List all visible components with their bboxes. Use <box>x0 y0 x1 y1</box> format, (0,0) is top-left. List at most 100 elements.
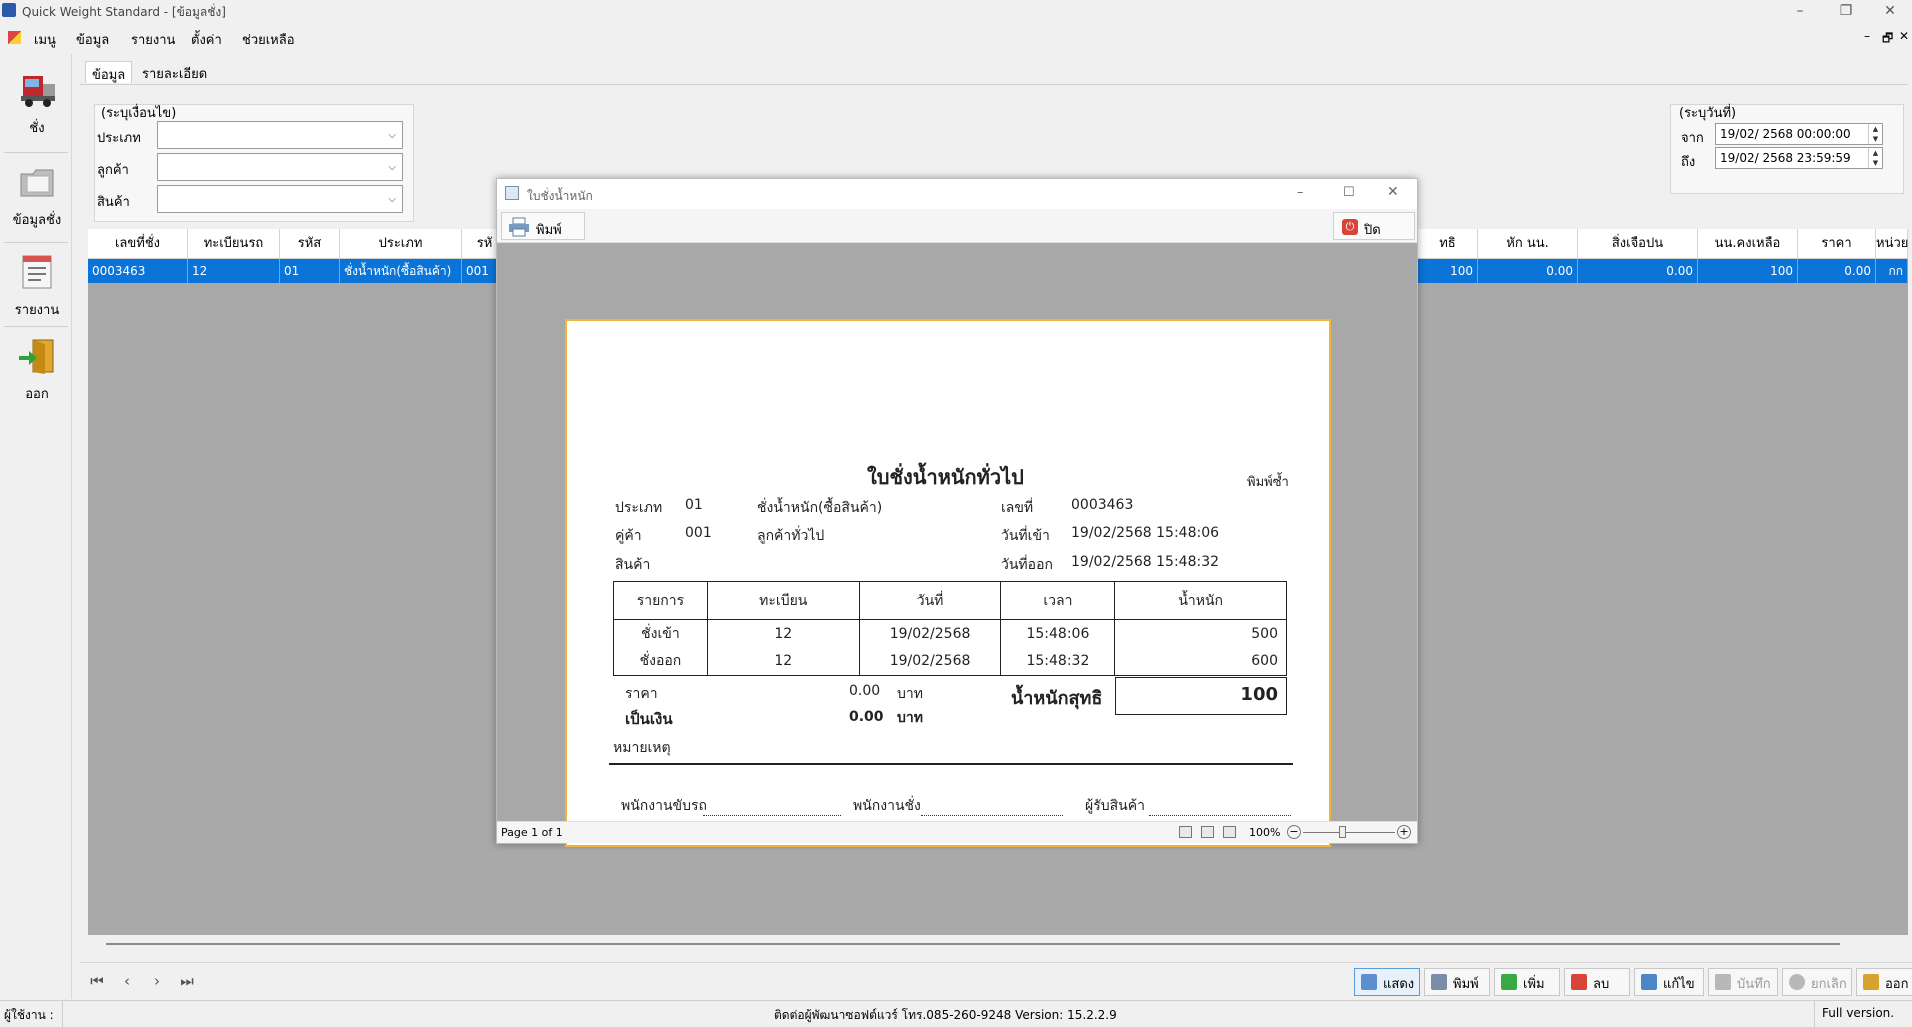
cell-weigh-no: 0003463 <box>88 259 188 283</box>
customer-combo[interactable]: ⌵ <box>157 153 403 181</box>
add-icon <box>1501 974 1517 990</box>
menu-settings[interactable]: ตั้งค่า <box>191 29 222 50</box>
column-header[interactable]: เลขที่ชั่ง <box>88 229 188 259</box>
close-window-button[interactable]: ✕ <box>1868 0 1912 22</box>
column-header[interactable]: นน.คงเหลือ <box>1698 229 1798 259</box>
menu-bar: เมนู ข้อมูล รายงาน ตั้งค่า ช่วยเหลือ – 🗗… <box>0 25 1912 51</box>
cell-date: 19/02/2568 <box>858 647 1002 676</box>
cell-weight: 600 <box>1114 647 1287 676</box>
edit-button[interactable]: แก้ไข <box>1634 968 1704 996</box>
status-divider <box>62 1001 63 1027</box>
note-rule <box>609 763 1293 765</box>
column-header[interactable]: รหัส <box>280 229 340 259</box>
restore-button[interactable]: ❐ <box>1824 0 1868 22</box>
menu-main[interactable]: เมนู <box>34 29 56 50</box>
column-header[interactable]: หัก นน. <box>1478 229 1578 259</box>
preview-print-button[interactable]: พิมพ์ <box>501 212 585 240</box>
menu-report[interactable]: รายงาน <box>131 29 175 50</box>
delete-icon <box>1571 974 1587 990</box>
menu-data[interactable]: ข้อมูล <box>76 29 109 50</box>
cancel-button[interactable]: ยกเลิก <box>1782 968 1852 996</box>
exit-door-icon <box>19 339 54 374</box>
column-header[interactable]: หน่วย <box>1876 229 1908 259</box>
delete-button[interactable]: ลบ <box>1564 968 1630 996</box>
product-combo[interactable]: ⌵ <box>157 185 403 213</box>
zoom-slider-thumb[interactable] <box>1339 826 1346 838</box>
column-header[interactable]: ประเภท <box>340 229 462 259</box>
cell-item: ชั่งออก <box>613 647 708 676</box>
zoom-slider-track[interactable] <box>1303 832 1395 833</box>
dialog-close-button[interactable]: ✕ <box>1387 184 1399 200</box>
tab-detail[interactable]: รายละเอียด <box>136 61 213 83</box>
cell-code: 01 <box>280 259 340 283</box>
mdi-minimize-button[interactable]: – <box>1864 29 1870 43</box>
date-to-label: ถึง <box>1681 155 1696 170</box>
page-indicator: Page 1 of 1 <box>501 826 563 839</box>
th-plate: ทะเบียน <box>706 581 860 620</box>
column-header[interactable]: ทธิ <box>1418 229 1478 259</box>
customer-label: ลูกค้า <box>97 163 129 178</box>
customer-label: คู่ค้า <box>615 528 642 544</box>
report-icon <box>22 255 52 289</box>
window-title: Quick Weight Standard - [ข้อมูลชั่ง] <box>22 5 226 19</box>
exit-icon <box>1863 974 1879 990</box>
menu-help[interactable]: ช่วยเหลือ <box>242 29 295 50</box>
column-header[interactable]: สิ่งเจือปน <box>1578 229 1698 259</box>
single-page-icon[interactable] <box>1201 826 1214 838</box>
sign-receiver-label: ผู้รับสินค้า <box>1085 798 1145 814</box>
preview-close-button[interactable]: ⏻ ปิด <box>1333 212 1415 240</box>
exit-button[interactable]: ออก <box>1856 968 1912 996</box>
fit-page-icon[interactable] <box>1179 826 1192 838</box>
column-header[interactable]: ราคา <box>1798 229 1876 259</box>
sidebar-label-weigh-data: ข้อมูลชั่ง <box>12 213 62 228</box>
mdi-restore-button[interactable]: 🗗 <box>1882 29 1893 50</box>
first-record-button[interactable]: ⏮ <box>86 970 108 992</box>
contact-text: ติดต่อผู้พัฒนาซอฟต์แวร์ โทร.085-260-9248… <box>774 1008 1117 1022</box>
date-to-input[interactable]: 19/02/ 2568 23:59:59 ▲ ▼ <box>1715 147 1883 169</box>
next-record-button[interactable]: › <box>146 970 168 992</box>
sign-driver-line <box>703 815 841 816</box>
dialog-titlebar: ใบชั่งน้ำหนัก – ☐ ✕ <box>497 179 1417 209</box>
last-record-button[interactable]: ⏭ <box>176 970 198 992</box>
sidebar-item-exit[interactable]: ออก <box>3 330 71 410</box>
date-from-input[interactable]: 19/02/ 2568 00:00:00 ▲ ▼ <box>1715 123 1883 145</box>
column-header[interactable]: ทะเบียนรถ <box>188 229 280 259</box>
scrollbar-thumb[interactable] <box>106 943 1840 945</box>
tab-data[interactable]: ข้อมูล <box>85 61 133 83</box>
date-from-label: จาก <box>1681 131 1704 146</box>
receipt-page: ใบชั่งน้ำหนักทั่วไป พิมพ์ซ้ำ ประเภท 01 ช… <box>565 319 1331 847</box>
zoom-in-button[interactable]: + <box>1397 825 1411 839</box>
show-icon <box>1361 974 1377 990</box>
sidebar-item-weigh[interactable]: ชั่ง <box>3 64 71 144</box>
prev-record-button[interactable]: ‹ <box>116 970 138 992</box>
mdi-close-button[interactable]: ✕ <box>1899 29 1909 43</box>
sign-weigher-label: พนักงานชั่ง <box>853 798 921 814</box>
status-divider <box>1814 1001 1815 1027</box>
tab-divider <box>80 84 1908 85</box>
cancel-button-label: ยกเลิก <box>1811 977 1847 992</box>
receipt-title: ใบชั่งน้ำหนักทั่วไป <box>867 465 1024 489</box>
cell-plate: 12 <box>706 647 860 676</box>
minimize-button[interactable]: – <box>1778 0 1822 22</box>
out-date-value: 19/02/2568 15:48:32 <box>1071 554 1220 570</box>
type-combo[interactable]: ⌵ <box>157 121 403 149</box>
multi-page-icon[interactable] <box>1223 826 1236 838</box>
zoom-out-button[interactable]: − <box>1287 825 1301 839</box>
sign-receiver-line <box>1149 815 1291 816</box>
reprint-label: พิมพ์ซ้ำ <box>1247 475 1289 490</box>
sidebar-item-weigh-data[interactable]: ข้อมูลชั่ง <box>3 156 71 236</box>
filter-group-title: (ระบุเงื่อนไข) <box>101 106 177 121</box>
dialog-maximize-button[interactable]: ☐ <box>1343 185 1355 200</box>
horizontal-scrollbar[interactable] <box>88 935 1908 953</box>
dialog-minimize-button[interactable]: – <box>1297 185 1304 200</box>
cell-item: ชั่งเข้า <box>613 619 708 648</box>
print-button[interactable]: พิมพ์ <box>1424 968 1490 996</box>
show-button[interactable]: แสดง <box>1354 968 1420 996</box>
type-label: ประเภท <box>615 500 663 516</box>
date-to-value: 19/02/ 2568 23:59:59 <box>1720 151 1851 165</box>
sidebar-item-report[interactable]: รายงาน <box>3 246 71 326</box>
add-button[interactable]: เพิ่ม <box>1494 968 1560 996</box>
date-from-spinner[interactable]: ▲ ▼ <box>1868 124 1882 144</box>
save-button[interactable]: บันทึก <box>1708 968 1778 996</box>
date-to-spinner[interactable]: ▲ ▼ <box>1868 148 1882 168</box>
